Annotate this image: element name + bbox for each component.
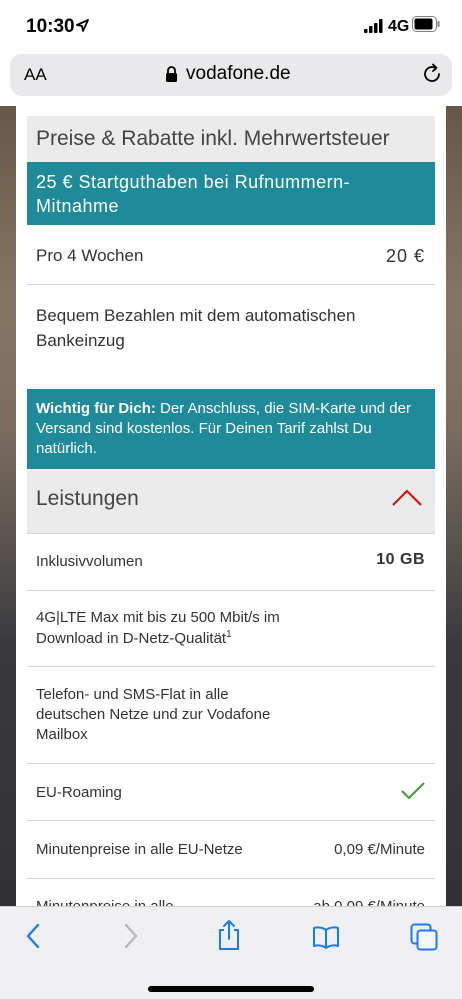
leistungen-accordion-header[interactable]: Leistungen [27,469,435,533]
divider [27,820,435,821]
payment-line-2: Bankeinzug [36,331,125,350]
divider [27,590,435,591]
info-bold: Wichtig für Dich: [36,400,156,417]
browser-toolbar [0,906,462,999]
divider [27,533,435,534]
divider [27,284,435,285]
roaming-label: EU-Roaming [36,784,122,801]
data-volume-label: Inklusivvolumen [36,553,143,570]
lte-line-2: Download in D-Netz-Qualität1 [36,629,232,647]
tabs-icon[interactable] [410,923,438,951]
location-arrow-icon [76,19,89,32]
flat-line-3: Mailbox [36,726,88,743]
info-banner: Wichtig für Dich: Der Anschluss, die SIM… [27,389,435,469]
browser-address-area: AA vodafone.de [0,52,462,106]
cut-off-value: ab 0,09 €/Minute [313,898,425,906]
prices-header: Preise & Rabatte inkl. Mehrwertsteuer [27,116,435,162]
status-bar: 10:30 4G [0,0,462,52]
prices-header-title: Preise & Rabatte inkl. Mehrwertsteuer [36,127,390,150]
status-time: 10:30 [26,16,75,37]
cellular-signal-icon [364,19,383,33]
eu-price-value: 0,09 €/Minute [334,841,425,858]
data-volume-value: 10 GB [376,551,425,568]
forward-arrow-icon[interactable] [123,923,139,949]
share-icon[interactable] [216,919,242,951]
home-indicator [148,986,314,992]
lte-line-2-text: Download in D-Netz-Qualität [36,630,227,647]
lock-icon [166,66,177,82]
lte-line-1: 4G|LTE Max mit bis zu 500 Mbit/s im [36,609,280,626]
bookmarks-icon[interactable] [312,925,340,949]
payment-line-1: Bequem Bezahlen mit dem automatischen [36,306,356,325]
battery-icon [412,16,440,32]
divider [27,763,435,764]
chevron-up-icon[interactable] [391,489,423,507]
divider [27,878,435,879]
divider [27,666,435,667]
back-arrow-icon[interactable] [25,923,41,949]
cut-off-label: Minutenpreise in alle [36,898,174,906]
promo-banner: 25 € Startguthaben bei Rufnummern-Mitnah… [27,162,435,225]
info-text: Wichtig für Dich: Der Anschluss, die SIM… [36,399,430,459]
tariff-card: Preise & Rabatte inkl. Mehrwertsteuer 25… [16,106,446,906]
reader-settings-button[interactable]: AA [24,65,47,85]
network-label: 4G [388,18,410,35]
aa-label: AA [24,65,47,84]
footnote-marker[interactable]: 1 [226,629,232,640]
domain-label: vodafone.de [186,63,291,84]
flat-line-2: deutschen Netze und zur Vodafone [36,706,271,723]
leistungen-title: Leistungen [36,487,139,510]
period-label: Pro 4 Wochen [36,246,144,265]
reload-icon[interactable] [421,63,443,85]
eu-price-label: Minutenpreise in alle EU-Netze [36,841,243,858]
checkmark-icon [401,782,425,800]
promo-text: 25 € Startguthaben bei Rufnummern-Mitnah… [36,172,351,216]
address-bar[interactable]: AA vodafone.de [10,54,452,96]
flat-line-1: Telefon- und SMS-Flat in alle [36,686,229,703]
period-price: 20 € [385,246,425,266]
